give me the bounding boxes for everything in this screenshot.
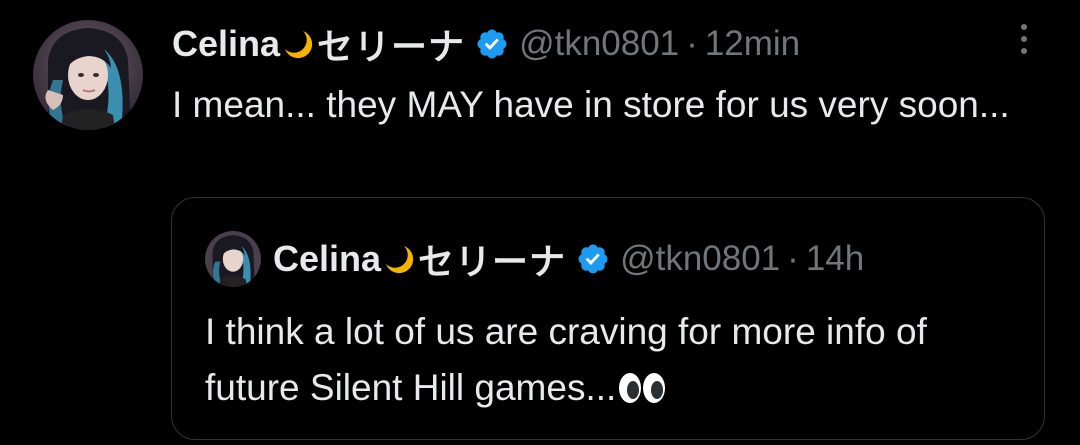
tweet-header: Celina セリーナ @tkn0801 · 12min: [172, 18, 800, 70]
quoted-avatar-image: [205, 231, 261, 287]
quoted-author-name[interactable]: Celina: [273, 238, 381, 280]
more-dot-2: [1021, 36, 1027, 42]
quoted-tweet-header: Celina セリーナ @tkn0801 · 14h: [205, 231, 864, 287]
tweet-timestamp[interactable]: 12min: [705, 24, 800, 64]
separator-dot: ·: [686, 24, 698, 63]
author-avatar[interactable]: [33, 20, 143, 130]
more-dot-3: [1021, 48, 1027, 54]
quoted-tweet[interactable]: Celina セリーナ @tkn0801 · 14h I think a lot…: [171, 197, 1045, 440]
quoted-tweet-timestamp[interactable]: 14h: [806, 239, 864, 279]
eyes-emoji-icon: [619, 373, 666, 403]
verified-badge-icon: [477, 29, 507, 59]
quoted-verified-badge-icon: [578, 244, 608, 274]
quoted-crescent-moon-icon: [386, 246, 414, 274]
quoted-separator-dot: ·: [787, 239, 799, 278]
more-options-icon[interactable]: [1008, 20, 1040, 60]
quoted-tweet-text: I think a lot of us are craving for more…: [205, 311, 927, 408]
quoted-tweet-text-block: I think a lot of us are craving for more…: [205, 304, 1025, 416]
author-handle[interactable]: @tkn0801: [519, 24, 679, 64]
author-name-kana[interactable]: セリーナ: [317, 18, 465, 70]
avatar-image: [33, 20, 143, 130]
more-dot-1: [1021, 24, 1027, 30]
crescent-moon-icon: [285, 31, 313, 59]
quoted-author-avatar[interactable]: [205, 231, 261, 287]
author-name[interactable]: Celina: [172, 23, 280, 65]
tweet-text: I mean... they MAY have in store for us …: [172, 84, 1010, 125]
tweet[interactable]: Celina セリーナ @tkn0801 · 12min I mean... t…: [0, 0, 1080, 445]
quoted-author-name-kana[interactable]: セリーナ: [418, 233, 566, 285]
quoted-author-handle[interactable]: @tkn0801: [620, 239, 780, 279]
